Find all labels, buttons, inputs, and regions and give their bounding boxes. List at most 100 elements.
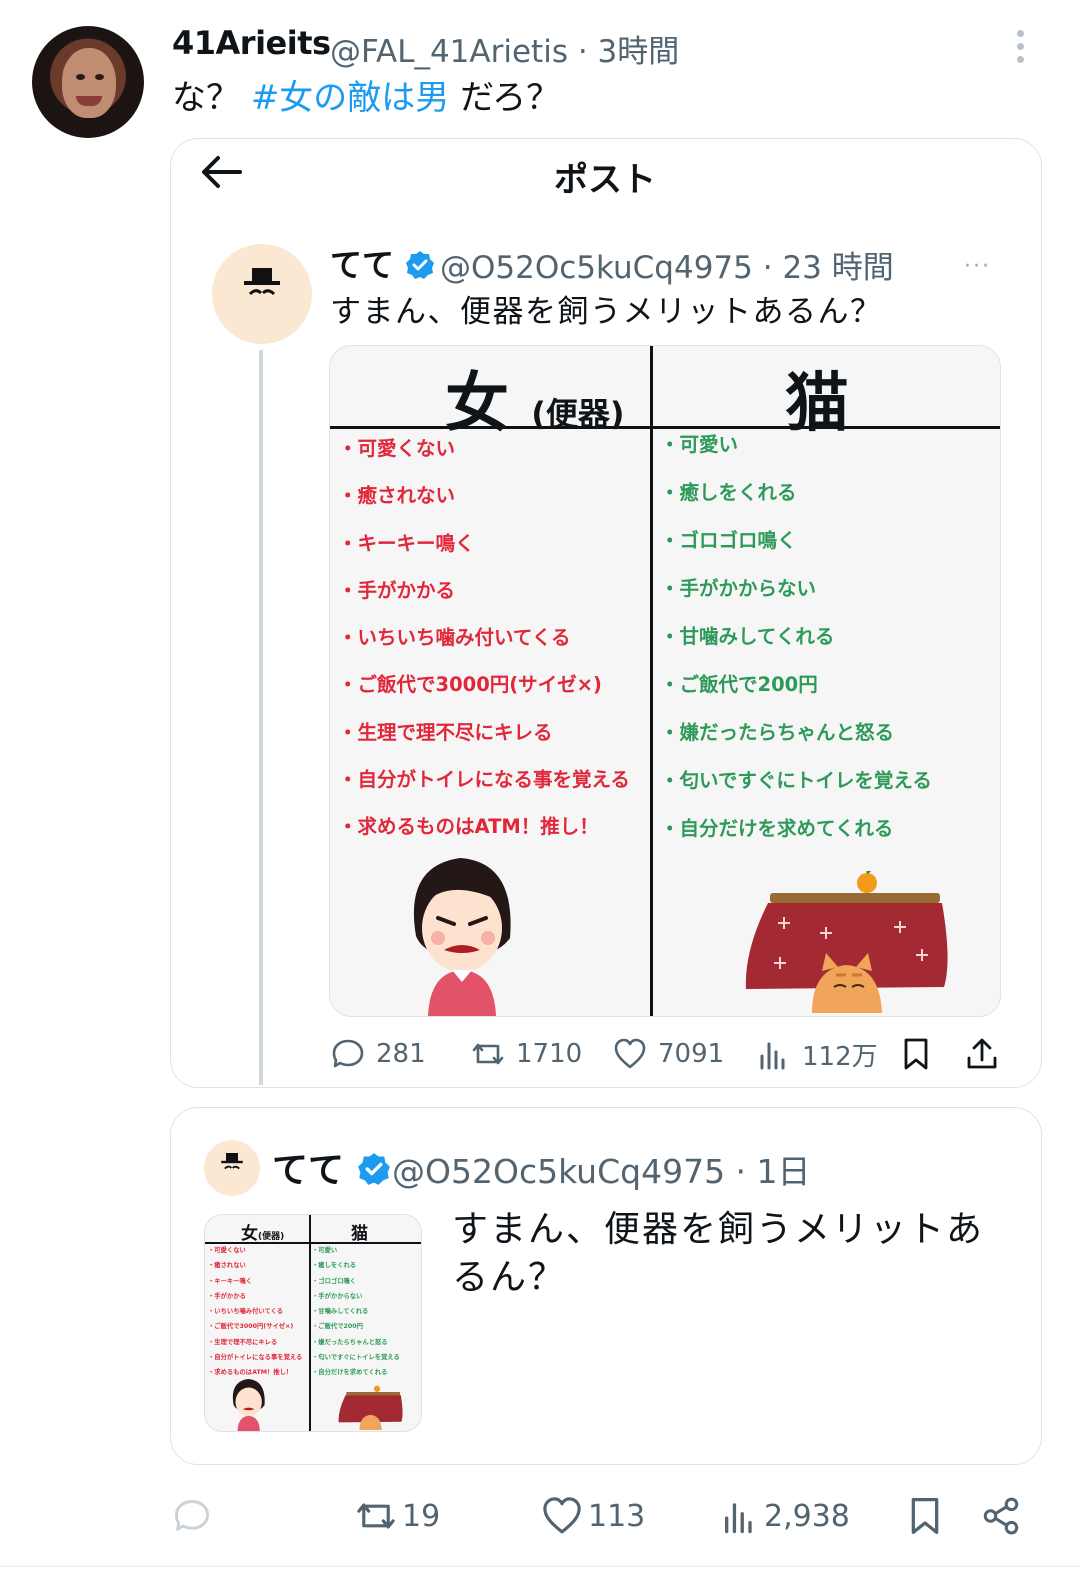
left-header-main: 女 <box>445 367 509 441</box>
hat-mustache-icon <box>244 268 280 296</box>
list-item: ・癒しをくれる <box>660 481 797 504</box>
angry-woman-illustration <box>232 1378 265 1431</box>
more-options-icon[interactable] <box>1010 30 1030 70</box>
verified-badge-icon <box>357 1153 390 1185</box>
list-item: ・癒しをくれる <box>312 1262 357 1270</box>
list-item: ・生理で理不尽にキレる <box>338 720 553 744</box>
list-item: ・可愛い <box>312 1247 338 1254</box>
comparison-image[interactable]: 女 (便器) 猫 ・可愛くない ・癒されない ・キーキー鳴く ・手がかかる ・い… <box>329 345 1001 1017</box>
screenshot-author-name: てて <box>330 240 435 286</box>
list-item: ・キーキー鳴く <box>208 1277 253 1285</box>
views-button[interactable]: 112万 <box>756 1032 878 1076</box>
list-item: ・可愛い <box>660 433 739 456</box>
list-item: ・ご飯代で200円 <box>312 1323 363 1331</box>
list-item: ・匂いですぐにトイレを覚える <box>312 1354 400 1362</box>
quoted-avatar <box>204 1140 260 1196</box>
list-item: ・キーキー鳴く <box>338 531 475 555</box>
share-button[interactable] <box>980 1494 1022 1538</box>
tweet-text: な？ #女の敵は男 だろ？ <box>172 76 560 120</box>
screenshot-avatar <box>212 244 312 344</box>
avatar[interactable] <box>32 26 144 138</box>
reply-count: 281 <box>376 1039 426 1069</box>
list-item: ・嫌だったらちゃんと怒る <box>312 1338 388 1346</box>
like-count: 113 <box>588 1498 646 1534</box>
table-divider <box>330 426 1000 429</box>
bookmark-button[interactable] <box>898 1032 934 1076</box>
list-item: ・ゴロゴロ鳴く <box>312 1277 357 1285</box>
quoted-image-thumbnail[interactable]: 女(便器) 猫 ・可愛くない ・癒されない ・キーキー鳴く ・手がかかる ・いち… <box>204 1214 422 1432</box>
views-icon <box>760 1042 785 1070</box>
table-divider <box>309 1215 311 1431</box>
like-button[interactable]: 7091 <box>612 1032 724 1076</box>
cat-kotatsu-illustration <box>745 871 948 1013</box>
tweet-text-end: だろ？ <box>449 78 561 118</box>
angry-woman-illustration <box>413 858 511 1016</box>
quoted-tweet-text: すまん、便器を飼うメリットあるん？ <box>452 1209 985 1298</box>
list-item: ・自分がトイレになる事を覚える <box>208 1354 303 1362</box>
list-item: ・可愛くない <box>338 437 456 460</box>
list-item: ・甘噛みしてくれる <box>312 1308 369 1316</box>
handle-and-time[interactable]: @FAL_41Arietis · 3時間 <box>330 26 679 71</box>
list-item: ・ご飯代で3000円(サイゼ×) <box>338 673 602 697</box>
list-item: ・ご飯代で3000円(サイゼ×) <box>208 1323 294 1331</box>
list-item: ・ご飯代で200円 <box>660 673 818 696</box>
list-item: ・甘噛みしてくれる <box>660 625 835 648</box>
share-icon <box>983 1497 1019 1535</box>
screenshot-author-label: てて <box>330 246 395 284</box>
share-button[interactable] <box>964 1032 1000 1076</box>
share-icon <box>967 1038 997 1069</box>
reply-button[interactable] <box>172 1494 222 1538</box>
bookmark-icon <box>904 1038 928 1070</box>
views-icon <box>725 1503 752 1534</box>
list-item: ・手がかからない <box>312 1292 363 1300</box>
thread-line <box>259 350 263 1085</box>
avatar-eye <box>95 74 104 80</box>
left-list: ・可愛くない ・癒されない ・キーキー鳴く ・手がかかる ・いちいち噛み付いてく… <box>338 434 630 860</box>
divider <box>0 1565 1080 1567</box>
views-button[interactable]: 2,938 <box>720 1494 850 1538</box>
avatar-eye <box>76 74 85 80</box>
retweet-count: 19 <box>402 1498 441 1534</box>
screenshot-header-title: ポスト <box>554 160 656 200</box>
quoted-author-label: てて <box>272 1150 345 1191</box>
screenshot-tweet-text: すまん、便器を飼うメリットあるん？ <box>330 294 883 330</box>
table-divider <box>650 346 653 1016</box>
retweet-button[interactable]: 19 <box>354 1494 440 1538</box>
reply-icon <box>332 1039 364 1068</box>
bookmark-icon <box>911 1498 939 1534</box>
list-item: ・いちいち噛み付いてくる <box>338 626 571 650</box>
reply-button[interactable]: 281 <box>330 1032 426 1076</box>
retweet-count: 1710 <box>516 1039 583 1069</box>
tweet-text-start: な？ <box>172 78 251 118</box>
screenshot-author-handle: @O52Oc5kuCq4975 · 23 時間 <box>440 250 894 286</box>
views-count: 112万 <box>802 1041 878 1072</box>
list-item: ・自分だけを求めてくれる <box>660 817 894 840</box>
thumb-right-list: ・可愛い ・癒しをくれる ・ゴロゴロ鳴く ・手がかからない ・甘噛みしてくれる … <box>312 1243 400 1381</box>
quoted-handle-and-time: @O52Oc5kuCq4975 · 1日 <box>392 1152 811 1191</box>
views-count: 2,938 <box>764 1498 850 1534</box>
left-header-sub: (便器) <box>531 395 625 433</box>
thumb-left-header: 女(便器) <box>241 1219 284 1244</box>
hashtag-link[interactable]: #女の敵は男 <box>251 78 450 118</box>
list-item: ・手がかかる <box>208 1292 246 1300</box>
thumb-left-list: ・可愛くない ・癒されない ・キーキー鳴く ・手がかかる ・いちいち噛み付いてく… <box>208 1243 302 1381</box>
display-name[interactable]: 41Arieits <box>172 24 331 62</box>
list-item: ・生理で理不尽にキレる <box>208 1338 278 1346</box>
thumb-left-header-main: 女 <box>241 1224 258 1244</box>
list-item: ・手がかかる <box>338 578 456 602</box>
avatar-face <box>62 48 116 118</box>
list-item: ・いちいち噛み付いてくる <box>208 1308 284 1316</box>
retweet-button[interactable]: 1710 <box>470 1032 582 1076</box>
like-count: 7091 <box>658 1039 725 1069</box>
hat-mustache-icon <box>221 1153 243 1170</box>
thumb-right-header: 猫 <box>351 1224 368 1244</box>
thumb-left-header-sub: (便器) <box>258 1232 285 1242</box>
heart-icon <box>614 1038 646 1069</box>
cat-kotatsu-illustration <box>338 1385 403 1431</box>
like-button[interactable]: 113 <box>540 1494 645 1538</box>
reply-icon <box>175 1500 209 1531</box>
left-header: 女 (便器) <box>445 352 625 444</box>
verified-badge-icon <box>406 251 435 279</box>
bookmark-button[interactable] <box>904 1494 946 1538</box>
list-item: ・嫌だったらちゃんと怒る <box>660 721 895 744</box>
